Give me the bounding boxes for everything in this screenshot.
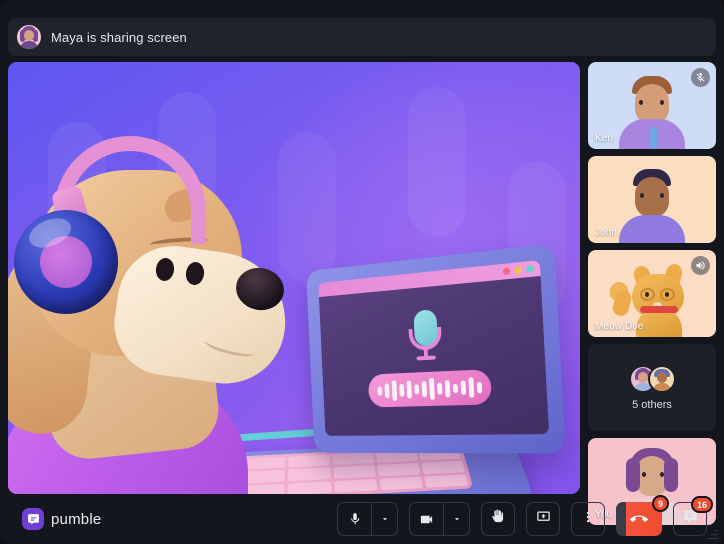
illustrated-waveform: [368, 369, 492, 407]
meeting-toolbar: pumble 9 16: [0, 494, 724, 544]
more-vertical-icon[interactable]: [581, 510, 595, 529]
video-camera-icon[interactable]: [410, 503, 443, 535]
raised-hand-icon[interactable]: [491, 509, 506, 529]
microphone-options-chevron-down-icon[interactable]: [371, 503, 397, 535]
microphone-icon[interactable]: [338, 503, 371, 535]
participant-name: Meow Doe: [595, 321, 644, 332]
participant-tile-ken[interactable]: Ken: [588, 62, 716, 149]
participant-tile-meow-doe[interactable]: Meow Doe: [588, 250, 716, 337]
participant-sidebar: Ken John Meow Doe 5 others You: [588, 62, 716, 494]
speaker-on-icon: [691, 256, 710, 275]
screen-share-button[interactable]: [526, 502, 560, 536]
camera-button[interactable]: [409, 502, 470, 536]
participant-name: John: [595, 227, 617, 238]
sharing-status-text: Maya is sharing screen: [51, 30, 187, 45]
participant-tile-john[interactable]: John: [588, 156, 716, 243]
illustrated-microphone-icon: [408, 309, 443, 355]
dog-character-illustration: [8, 140, 338, 494]
others-tile[interactable]: 5 others: [588, 344, 716, 431]
participant-name: Ken: [595, 133, 613, 144]
brand-name: pumble: [51, 511, 101, 528]
sharing-user-avatar: [17, 25, 41, 49]
mic-muted-icon: [691, 68, 710, 87]
chat-unread-badge: 16: [691, 496, 713, 513]
camera-options-chevron-down-icon[interactable]: [443, 503, 469, 535]
screen-share-icon[interactable]: [536, 509, 551, 529]
window-resize-handle[interactable]: [706, 527, 718, 539]
others-count-label: 5 others: [632, 399, 672, 411]
leave-call-badge: 9: [652, 495, 669, 512]
chat-button[interactable]: 16: [673, 502, 707, 536]
pumble-chat-icon: [22, 508, 44, 530]
raise-hand-button[interactable]: [481, 502, 515, 536]
sharing-status-bar: Maya is sharing screen: [8, 18, 716, 56]
toolbar-controls: 9 16: [337, 502, 707, 536]
microphone-button[interactable]: [337, 502, 398, 536]
meeting-window: Maya is sharing screen Ken John Meow Doe…: [0, 0, 724, 544]
others-avatar-stack: [629, 365, 676, 393]
shared-screen-artwork: [8, 62, 580, 494]
brand-logo: pumble: [22, 508, 101, 530]
leave-call-button[interactable]: 9: [616, 502, 662, 536]
more-options-button[interactable]: [571, 502, 605, 536]
shared-screen-view[interactable]: [8, 62, 580, 494]
